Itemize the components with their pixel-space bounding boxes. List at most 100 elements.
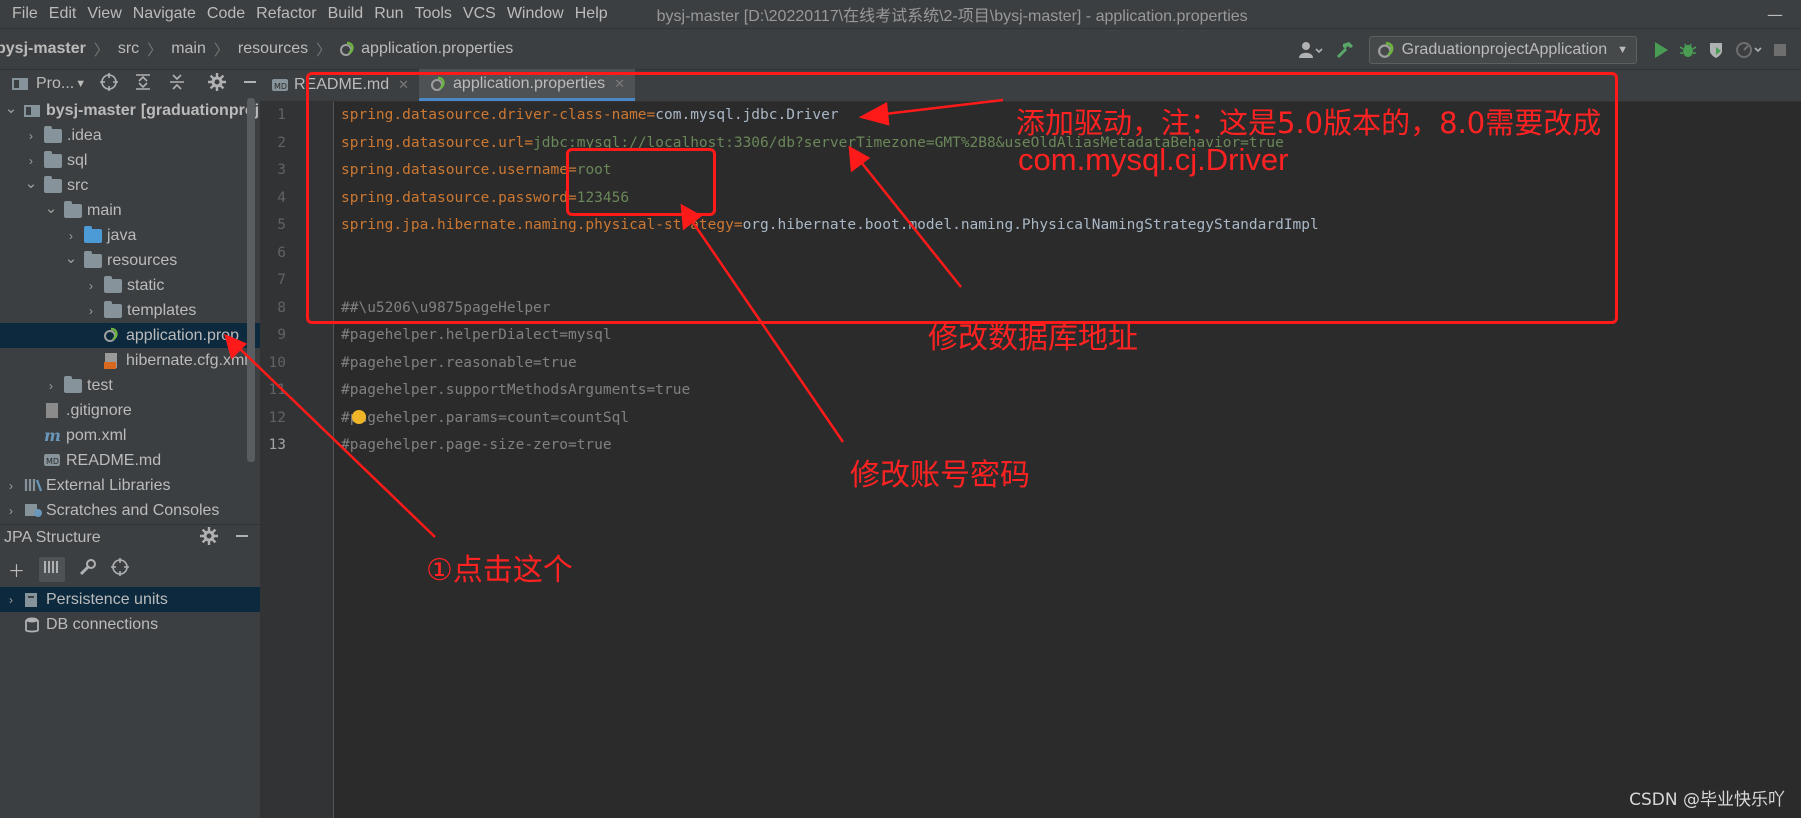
folder-icon xyxy=(64,375,82,393)
collapse-all-icon[interactable] xyxy=(168,73,186,96)
tree-item-application-prop[interactable]: ›application.prop xyxy=(0,323,260,348)
menu-item-view[interactable]: View xyxy=(81,5,126,23)
wrench-icon[interactable] xyxy=(79,558,97,581)
markdown-icon: MD xyxy=(272,77,288,93)
tree-item-hibernate-cfg-xml[interactable]: ›hibernate.cfg.xml xyxy=(0,348,260,373)
tree-item-readme-md[interactable]: ›MDREADME.md xyxy=(0,448,260,473)
breadcrumb-src[interactable]: src xyxy=(118,40,139,58)
chevron-down-icon: ▼ xyxy=(1617,44,1628,56)
tree-item-pom-xml[interactable]: ›mpom.xml xyxy=(0,423,260,448)
spring-properties-icon xyxy=(104,327,120,345)
stop-icon[interactable] xyxy=(1773,37,1787,63)
breadcrumb-separator: 〉 xyxy=(213,40,229,59)
menu-item-refactor[interactable]: Refactor xyxy=(250,5,321,23)
chevron-down-icon[interactable]: ⌄ xyxy=(44,199,58,217)
chevron-down-icon[interactable]: ⌄ xyxy=(64,249,78,267)
tree-item-sql[interactable]: › sql xyxy=(0,148,260,173)
tree-item-bysj-master[interactable]: ⌄ bysj-master [graduationproj xyxy=(0,98,260,123)
line-number: 5 xyxy=(277,217,286,233)
user-icon[interactable] xyxy=(1298,37,1325,63)
tree-item-gitignore[interactable]: ›.gitignore xyxy=(0,398,260,423)
debug-icon[interactable] xyxy=(1679,37,1697,63)
menu-item-build[interactable]: Build xyxy=(322,5,369,23)
chevron-down-icon[interactable]: ▼ xyxy=(75,78,86,90)
jpa-item-persistence-units[interactable]: › Persistence units xyxy=(0,587,260,612)
tree-item-test[interactable]: › test xyxy=(0,373,260,398)
tree-item-label: java xyxy=(107,226,137,244)
chevron-right-icon[interactable]: › xyxy=(64,229,78,243)
chevron-right-icon[interactable]: › xyxy=(44,379,58,393)
expand-all-icon[interactable] xyxy=(134,73,152,96)
annotation-db-url-note: 修改数据库地址 xyxy=(928,321,1138,356)
lightbulb-icon[interactable] xyxy=(352,410,366,424)
menu-item-navigate[interactable]: Navigate xyxy=(127,5,201,23)
project-tree-scrollbar[interactable] xyxy=(247,98,255,462)
breadcrumb-file[interactable]: application.properties xyxy=(340,40,513,58)
tree-item-external-libraries[interactable]: › External Libraries xyxy=(0,473,260,498)
tree-item-main[interactable]: ⌄ main xyxy=(0,198,260,223)
locate-icon[interactable] xyxy=(111,557,129,581)
chevron-right-icon[interactable]: › xyxy=(4,479,18,493)
menu-item-vcs[interactable]: VCS xyxy=(457,5,501,23)
breadcrumb-project[interactable]: bysj-master xyxy=(0,40,86,58)
code-comment: #pagehelper.supportMethodsArguments=true xyxy=(341,382,691,398)
chevron-right-icon[interactable]: › xyxy=(4,504,18,518)
coverage-icon[interactable] xyxy=(1707,37,1725,63)
line-number: 7 xyxy=(277,272,286,288)
source-folder-icon xyxy=(84,225,102,243)
jpa-panel-title: JPA Structure xyxy=(4,529,101,546)
tree-item-templates[interactable]: › templates xyxy=(0,298,260,323)
project-panel-tools xyxy=(100,72,258,96)
jpa-panel-header-tools xyxy=(200,526,250,550)
breadcrumb-main[interactable]: main xyxy=(171,40,206,58)
chevron-right-icon[interactable]: › xyxy=(24,154,38,168)
menu-item-window[interactable]: Window xyxy=(501,5,569,23)
gear-icon[interactable] xyxy=(208,72,227,96)
menu-item-file[interactable]: File xyxy=(0,5,43,23)
chevron-down-icon[interactable]: ⌄ xyxy=(4,99,18,117)
run-icon[interactable] xyxy=(1653,37,1669,63)
jpa-view-icon[interactable] xyxy=(39,556,65,582)
annotation-click-note: ①点击这个 xyxy=(426,553,573,588)
chevron-right-icon[interactable]: › xyxy=(4,593,18,607)
locate-file-icon[interactable] xyxy=(100,72,119,96)
tree-item-java[interactable]: › java xyxy=(0,223,260,248)
build-hammer-icon[interactable] xyxy=(1335,37,1355,63)
tree-item-src[interactable]: ⌄ src xyxy=(0,173,260,198)
menu-item-tools[interactable]: Tools xyxy=(409,5,457,23)
line-number: 6 xyxy=(277,244,286,261)
chevron-right-icon[interactable]: › xyxy=(84,279,98,293)
chevron-right-icon[interactable]: › xyxy=(24,129,38,143)
project-tree: ⌄ bysj-master [graduationproj › .idea › sql ⌄ sr… xyxy=(0,98,260,523)
minimize-button[interactable]: — xyxy=(1767,5,1783,24)
jpa-item-db-connections[interactable]: › DB connections xyxy=(0,612,260,637)
line-number: 9 xyxy=(277,327,286,343)
xml-file-icon xyxy=(104,352,120,370)
menu-item-help[interactable]: Help xyxy=(569,5,613,23)
menu-item-run[interactable]: Run xyxy=(368,5,408,23)
profile-icon[interactable] xyxy=(1735,37,1763,63)
run-configuration-selector[interactable]: GraduationprojectApplication ▼ xyxy=(1368,36,1637,64)
code-comment: #pagehelper.helperDialect=mysql xyxy=(341,327,612,343)
line-number: 12 xyxy=(268,409,286,426)
tree-item-static[interactable]: › static xyxy=(0,273,260,298)
tree-item-resources[interactable]: ⌄ resources xyxy=(0,248,260,273)
add-icon[interactable]: ＋ xyxy=(8,557,25,582)
tree-item-scratches-and-consoles[interactable]: › Scratches and Consoles xyxy=(0,498,260,523)
menu-item-code[interactable]: Code xyxy=(201,5,250,23)
chevron-right-icon[interactable]: › xyxy=(84,304,98,318)
spring-boot-icon xyxy=(1377,41,1396,59)
watermark: CSDN @毕业快乐吖 xyxy=(1629,790,1785,810)
tree-item-idea[interactable]: › .idea xyxy=(0,123,260,148)
tree-item-label: Scratches and Consoles xyxy=(46,501,220,519)
annotation-box-credentials xyxy=(566,148,716,216)
menu-item-edit[interactable]: Edit xyxy=(43,5,82,23)
hide-panel-icon[interactable] xyxy=(242,73,258,96)
hide-panel-icon[interactable] xyxy=(234,527,250,550)
tree-item-label: test xyxy=(87,376,113,394)
chevron-down-icon[interactable]: ⌄ xyxy=(24,174,38,192)
project-panel-title[interactable]: Pro... xyxy=(36,75,74,93)
breadcrumb-resources[interactable]: resources xyxy=(238,40,308,58)
tree-item-label: sql xyxy=(67,151,88,169)
gear-icon[interactable] xyxy=(200,526,218,550)
